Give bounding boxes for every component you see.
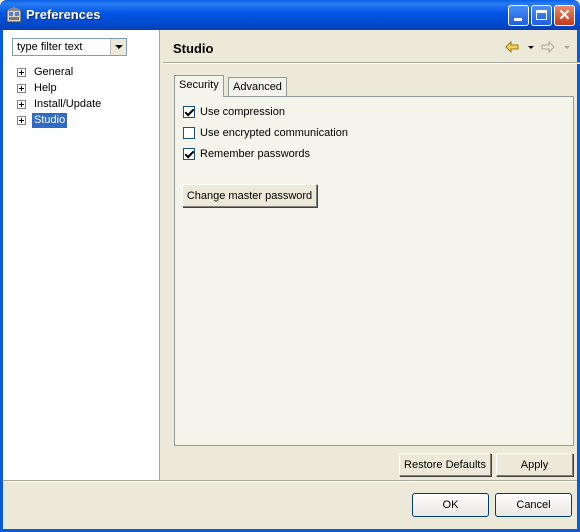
- filter-dropdown-button[interactable]: [110, 39, 126, 55]
- tab-label: Security: [179, 79, 219, 91]
- window-title: Preferences: [26, 7, 101, 22]
- checkbox-label: Remember passwords: [200, 148, 311, 160]
- checkbox-label: Use compression: [200, 106, 285, 118]
- title-bar[interactable]: Preferences ✕: [0, 0, 580, 30]
- preferences-window: Preferences ✕ General Help Install/Updat…: [0, 0, 580, 532]
- security-tab-panel: Use compression Use encrypted communicat…: [174, 96, 574, 446]
- ok-button[interactable]: OK: [412, 493, 489, 517]
- expand-icon[interactable]: [17, 84, 26, 93]
- close-button[interactable]: ✕: [554, 5, 575, 26]
- tab-label: Advanced: [233, 81, 282, 93]
- header-separator: [163, 62, 580, 64]
- dialog-button-separator: [3, 480, 577, 482]
- tab-advanced[interactable]: Advanced: [228, 77, 287, 97]
- page-title: Studio: [173, 41, 214, 56]
- expand-icon[interactable]: [17, 116, 26, 125]
- maximize-icon: [536, 10, 547, 20]
- back-arrow-icon[interactable]: [505, 41, 519, 53]
- tab-security[interactable]: Security: [174, 75, 224, 97]
- back-history-dropdown[interactable]: [527, 41, 535, 53]
- checkbox-label: Use encrypted communication: [200, 127, 348, 139]
- tree-item-label[interactable]: Studio: [32, 113, 68, 128]
- tree-item-label[interactable]: Help: [32, 81, 59, 96]
- filter-combo[interactable]: [12, 38, 127, 56]
- minimize-button[interactable]: [508, 5, 529, 26]
- cancel-button[interactable]: Cancel: [495, 493, 572, 517]
- remember-passwords-checkbox[interactable]: [183, 148, 195, 160]
- close-icon: ✕: [558, 7, 571, 24]
- preference-tree-pane: General Help Install/Update Studio: [3, 30, 160, 481]
- filter-input[interactable]: [13, 39, 109, 55]
- minimize-icon: [514, 18, 522, 21]
- preferences-app-icon: [6, 7, 22, 23]
- expand-icon[interactable]: [17, 68, 26, 77]
- tree-item-label[interactable]: General: [32, 65, 75, 80]
- use-compression-checkbox[interactable]: [183, 106, 195, 118]
- maximize-button[interactable]: [531, 5, 552, 26]
- tree-item-label[interactable]: Install/Update: [32, 97, 103, 112]
- change-master-password-button[interactable]: Change master password: [182, 184, 317, 207]
- restore-defaults-button[interactable]: Restore Defaults: [399, 453, 491, 476]
- forward-history-dropdown: [563, 41, 571, 53]
- use-encrypted-communication-checkbox[interactable]: [183, 127, 195, 139]
- forward-arrow-icon: [541, 41, 555, 53]
- expand-icon[interactable]: [17, 100, 26, 109]
- apply-button[interactable]: Apply: [496, 453, 573, 476]
